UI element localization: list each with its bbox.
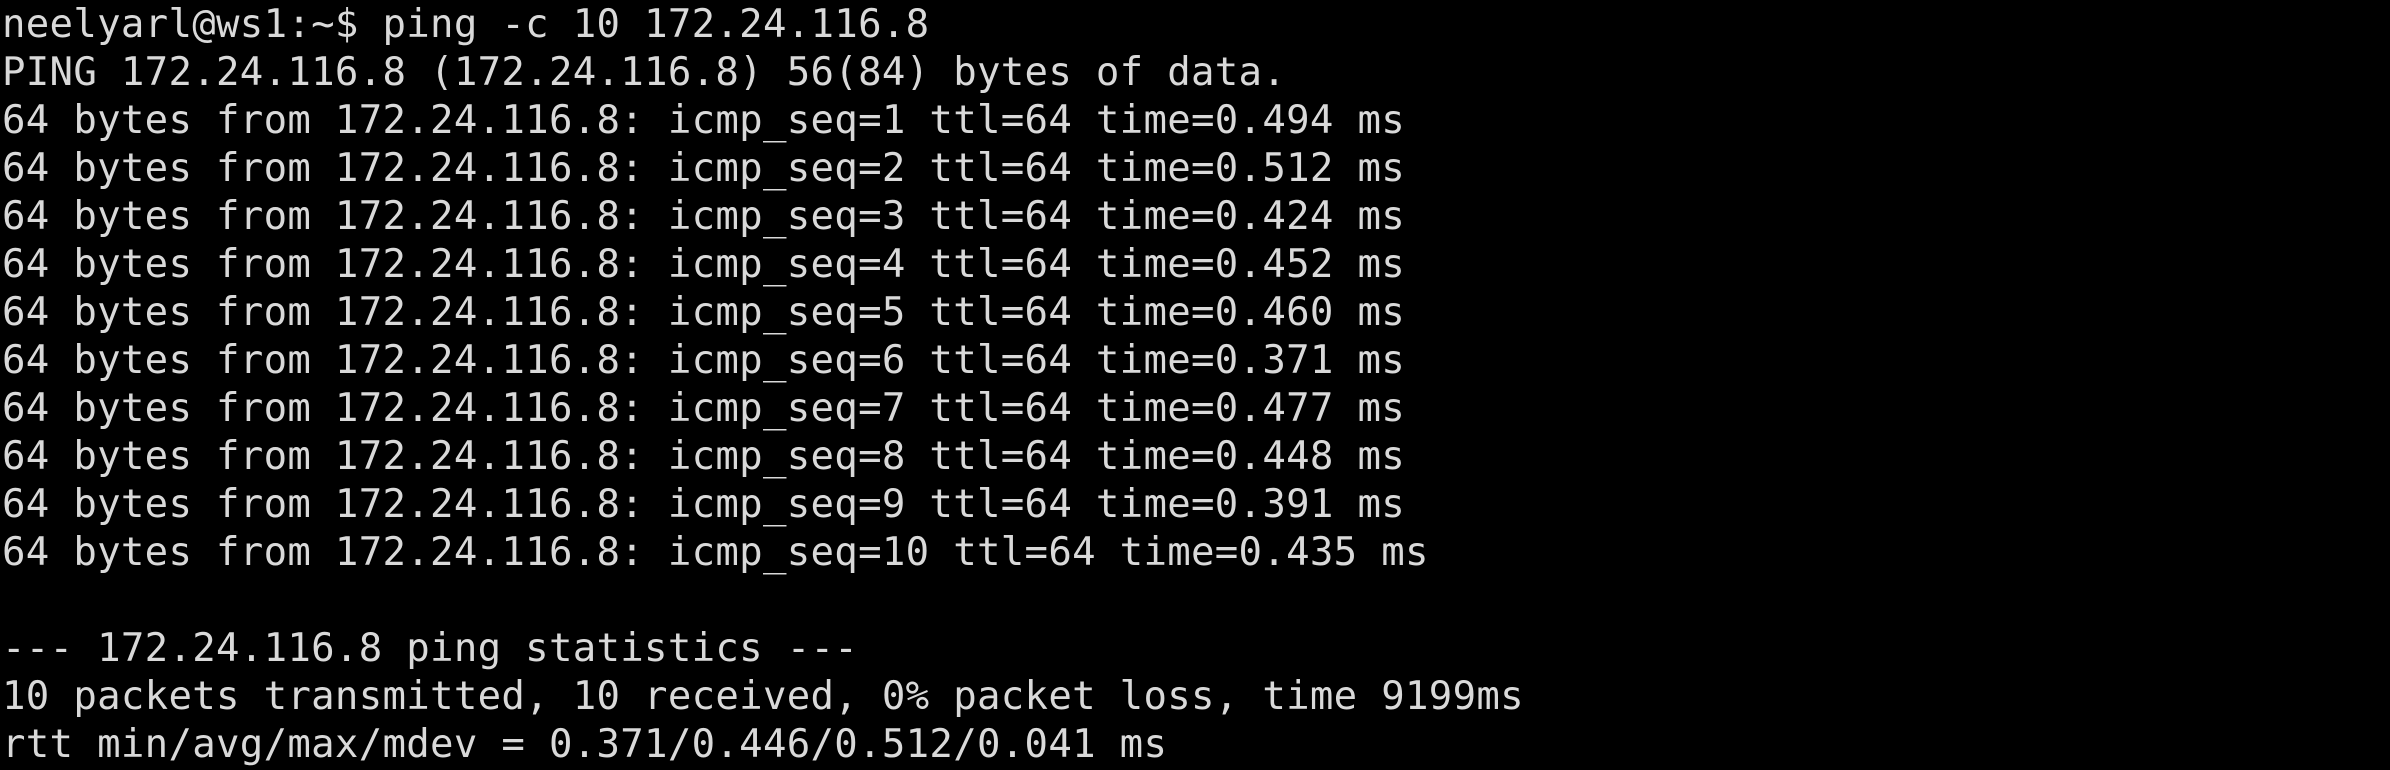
output-line-reply-5: 64 bytes from 172.24.116.8: icmp_seq=5 t… [2, 290, 1406, 335]
output-line-rtt-summary: rtt min/avg/max/mdev = 0.371/0.446/0.512… [2, 722, 1168, 767]
output-line-reply-7: 64 bytes from 172.24.116.8: icmp_seq=7 t… [2, 386, 1406, 431]
output-line-reply-9: 64 bytes from 172.24.116.8: icmp_seq=9 t… [2, 482, 1406, 527]
output-line-reply-2: 64 bytes from 172.24.116.8: icmp_seq=2 t… [2, 146, 1406, 191]
command-line: neelyarl@ws1:~$ ping -c 10 172.24.116.8 [2, 1, 929, 49]
output-line-reply-4: 64 bytes from 172.24.116.8: icmp_seq=4 t… [2, 242, 1406, 287]
output-line-reply-3: 64 bytes from 172.24.116.8: icmp_seq=3 t… [2, 194, 1406, 239]
output-line-reply-10: 64 bytes from 172.24.116.8: icmp_seq=10 … [2, 530, 1429, 575]
shell-prompt: neelyarl@ws1:~$ [2, 2, 383, 47]
output-line-packet-summary: 10 packets transmitted, 10 received, 0% … [2, 674, 1524, 719]
output-line-reply-1: 64 bytes from 172.24.116.8: icmp_seq=1 t… [2, 98, 1406, 143]
terminal-window[interactable]: neelyarl@ws1:~$ ping -c 10 172.24.116.8 … [0, 0, 2390, 770]
command-text: ping -c 10 172.24.116.8 [382, 2, 930, 47]
output-line-reply-6: 64 bytes from 172.24.116.8: icmp_seq=6 t… [2, 338, 1406, 383]
output-line-statistics-header: --- 172.24.116.8 ping statistics --- [2, 626, 859, 671]
output-line-reply-8: 64 bytes from 172.24.116.8: icmp_seq=8 t… [2, 434, 1406, 479]
output-line-header: PING 172.24.116.8 (172.24.116.8) 56(84) … [2, 50, 1287, 95]
